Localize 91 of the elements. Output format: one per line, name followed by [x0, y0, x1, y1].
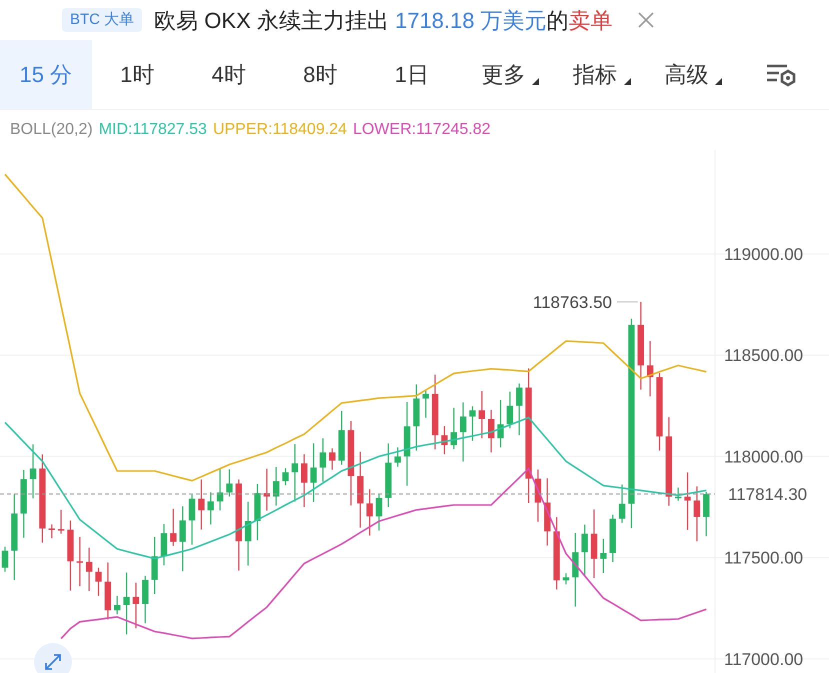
candlestick [76, 537, 83, 586]
candlestick [86, 548, 92, 592]
timeframe-tab[interactable]: 更多 [458, 40, 549, 109]
candlestick [320, 438, 326, 482]
timeframe-tab[interactable]: 8时 [274, 40, 366, 109]
candlestick [264, 468, 270, 511]
candlestick [123, 572, 130, 634]
candlestick [160, 524, 168, 566]
candlestick [610, 514, 616, 562]
candlestick [376, 494, 382, 530]
candlestick [282, 468, 289, 486]
candlestick [132, 582, 140, 628]
timeframe-tab[interactable]: 15 分 [0, 40, 92, 109]
candlestick [2, 546, 8, 572]
candlestick [582, 524, 588, 576]
candlestick [478, 391, 486, 438]
candlestick [646, 341, 654, 396]
candlestick [703, 492, 710, 536]
candlestick [58, 510, 64, 534]
legend-value: MID:117827.53 [98, 120, 207, 140]
price-axis-label: 119000.00 [724, 245, 804, 264]
expand-button[interactable] [34, 643, 72, 673]
timeframe-tab[interactable]: 1日 [366, 40, 458, 109]
candlestick [562, 573, 570, 584]
price-axis-label: 117000.00 [724, 650, 804, 669]
candlestick [338, 410, 345, 465]
indicator-name: BOLL(20,2) [10, 120, 93, 140]
candlestick [198, 480, 205, 530]
timeframe-tab[interactable]: 高级 [640, 40, 732, 109]
legend-value: UPPER:118409.24 [212, 120, 347, 140]
price-axis-label: 117500.00 [724, 548, 804, 568]
candlestick [216, 468, 224, 510]
candlestick [179, 506, 186, 572]
candlestick [450, 408, 457, 450]
tag-label: BTC 大单 [62, 8, 142, 32]
expand-icon [43, 652, 63, 672]
candlestick [30, 444, 36, 498]
current-price-label: 117814.30 [728, 485, 808, 504]
candlestick [310, 443, 317, 502]
candlestick [469, 406, 476, 441]
candlestick [151, 537, 158, 594]
candlestick [618, 484, 626, 523]
candlestick [460, 402, 466, 462]
candlestick [254, 484, 261, 540]
candlestick [114, 596, 120, 614]
candlestick [544, 478, 550, 546]
candlestick [497, 400, 504, 448]
candlestick [292, 444, 298, 502]
high-price-label: 118763.50 [532, 292, 612, 312]
price-axis-label: 118000.00 [724, 447, 804, 466]
dropdown-triangle-icon [624, 78, 630, 85]
timeframe-tab[interactable]: 1时 [92, 40, 183, 109]
candlestick [244, 502, 252, 566]
leader-line [616, 301, 638, 302]
candlestick [170, 508, 176, 546]
banner-message: 欧易 OKX 永续主力挂出 1718.18 万美元的卖单 [154, 6, 613, 34]
candlestick [394, 447, 401, 467]
candlestick [95, 568, 102, 596]
candlestick [188, 494, 196, 545]
candlestick [590, 509, 598, 578]
candlestick [142, 576, 148, 624]
candlestick [104, 562, 112, 620]
candlestick [48, 524, 55, 538]
price-axis-label: 118500.00 [724, 346, 804, 366]
timeframe-tab[interactable]: 指标 [549, 40, 640, 109]
candlestick [422, 390, 429, 418]
candlestick [675, 488, 682, 501]
candlestick [272, 466, 280, 506]
chart-settings-icon[interactable] [764, 62, 796, 88]
dropdown-triangle-icon [715, 78, 722, 85]
close-icon[interactable] [636, 11, 655, 29]
candlestick [684, 472, 691, 530]
candlestick [301, 454, 308, 508]
candlestick [488, 410, 494, 452]
candlestick [208, 492, 214, 524]
candlestick [226, 469, 233, 496]
candlestick [20, 470, 27, 538]
candlestick [441, 426, 448, 454]
dropdown-triangle-icon [532, 78, 539, 85]
legend-value: LOWER:117245.82 [352, 120, 491, 140]
timeframe-tab[interactable]: 4时 [183, 40, 274, 109]
candlestick [366, 489, 373, 536]
candlestick [329, 448, 336, 470]
candlestick [600, 538, 607, 574]
candlestick [385, 443, 392, 508]
candlestick [413, 384, 420, 451]
candlestick [694, 486, 700, 542]
candlestick [506, 392, 514, 428]
candlestick [516, 384, 522, 436]
candlestick [67, 520, 74, 591]
candlestick [534, 470, 542, 522]
